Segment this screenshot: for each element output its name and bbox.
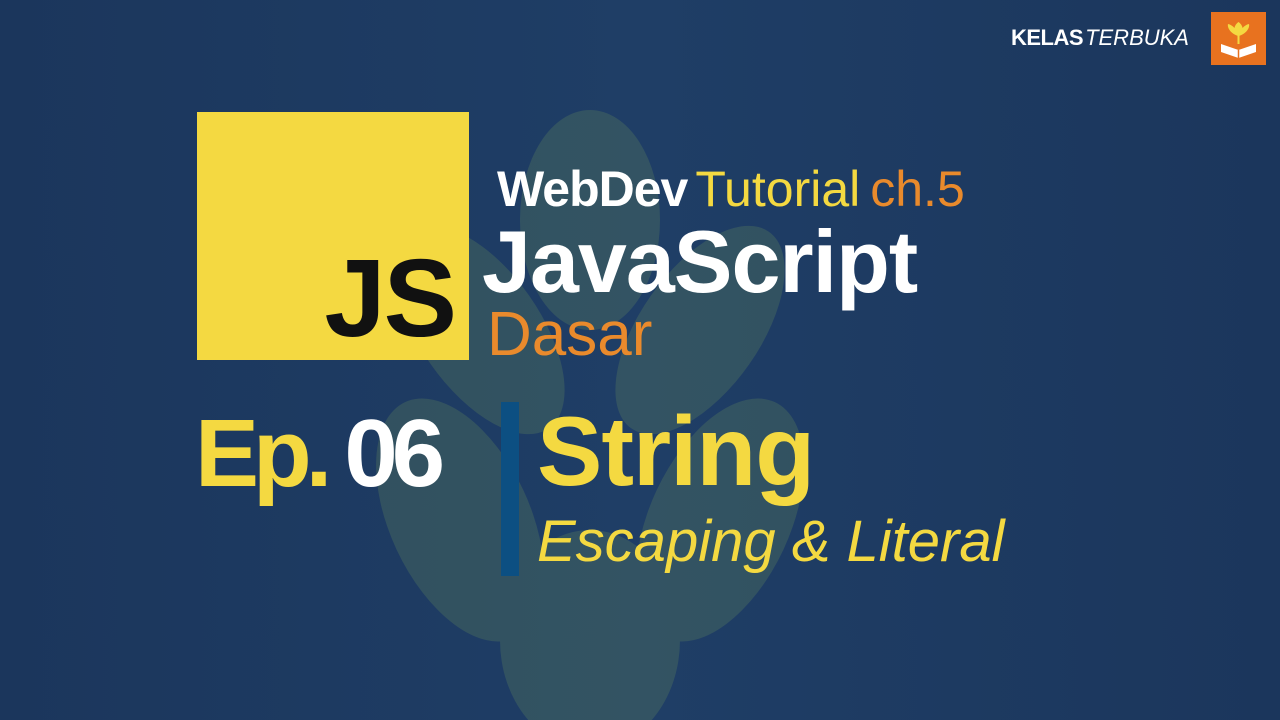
book-sprout-icon bbox=[1211, 12, 1266, 65]
series-chapter: ch.5 bbox=[870, 161, 965, 217]
js-logo: JS bbox=[197, 112, 469, 360]
title-divider bbox=[501, 402, 519, 576]
series-type: Tutorial bbox=[695, 161, 861, 217]
episode-heading: Ep. 06 bbox=[195, 406, 445, 502]
brand-wordmark: KELASTERBUKA bbox=[1011, 27, 1189, 49]
episode-label: Ep. bbox=[195, 400, 332, 507]
topic-subtitle: Escaping & Literal bbox=[537, 509, 1005, 574]
topic-title: String bbox=[537, 396, 815, 506]
series-brand: WebDev bbox=[497, 161, 688, 217]
series-line: WebDev Tutorial ch.5 bbox=[497, 164, 965, 214]
episode-number: 06 bbox=[344, 400, 445, 507]
brand-name-italic: TERBUKA bbox=[1085, 25, 1189, 50]
course-title: JavaScript bbox=[482, 212, 918, 311]
brand-name-bold: KELAS bbox=[1011, 25, 1084, 50]
course-level: Dasar bbox=[487, 300, 653, 369]
js-logo-text: JS bbox=[324, 237, 457, 360]
